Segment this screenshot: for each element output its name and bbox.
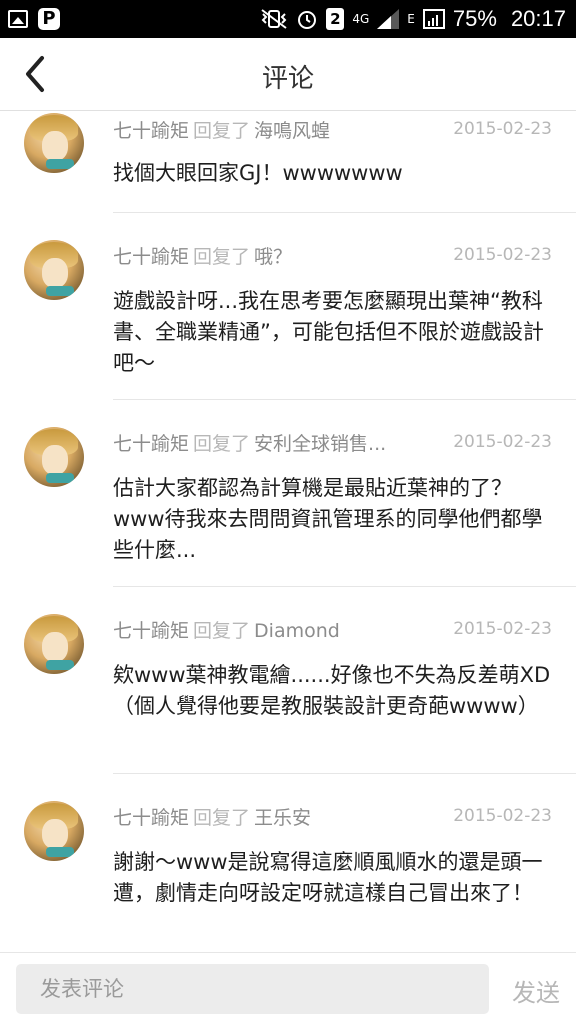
comment-date: 2015-02-23 [453,245,552,265]
comment-author[interactable]: 七十踰矩 [113,120,189,142]
comment-input-bar: 发表评论 发送 [0,952,576,1025]
network-type-secondary: E [407,12,415,26]
comment-text: 謝謝～www是說寫得這麼順風順水的還是頭一遭，劇情走向呀設定呀就這樣自己冒出來了… [113,850,543,905]
reply-target[interactable]: 哦？ [254,246,292,268]
battery-level: 75% [452,6,497,31]
comment-text: 估計大家都認為計算機是最貼近葉神的了？www待我來去問問資訊管理系的同學他們都學… [113,476,543,562]
network-type: 4G [352,12,370,26]
divider [113,586,576,587]
comment-input[interactable]: 发表评论 [16,964,489,1014]
p-app-icon: P [38,8,60,30]
comment-date: 2015-02-23 [453,619,552,639]
vibrate-mute-icon [261,9,287,29]
header: 评论 [0,38,576,111]
comment-list[interactable]: 七十踰矩 回复了 海鳴风蝗 2015-02-23 找個大眼回家GJ！wwwwwww … [0,110,576,952]
avatar[interactable] [24,113,84,173]
page-title: 评论 [261,64,314,94]
comment-date: 2015-02-23 [453,432,552,452]
divider [113,212,576,213]
signal-icon [377,9,400,29]
clock: 20:17 [510,6,566,31]
send-button[interactable]: 发送 [512,973,560,1008]
avatar[interactable] [24,427,84,487]
comment-author[interactable]: 七十踰矩 [113,807,189,829]
comment-date: 2015-02-23 [453,806,552,826]
signal-icon-2 [422,9,445,29]
reply-label: 回复了 [193,120,251,142]
avatar[interactable] [24,614,84,674]
avatar[interactable] [24,801,84,861]
reply-label: 回复了 [193,620,251,642]
status-bar: P 2 4G E 75% 20:17 [0,0,576,38]
comment-text: 欸www葉神教電繪......好像也不失為反差萌XD（個人覺得他要是教服裝設計更… [113,663,551,718]
reply-label: 回复了 [193,246,251,268]
reply-label: 回复了 [193,807,251,829]
reply-target[interactable]: 海鳴风蝗 [254,120,330,142]
reply-label: 回复了 [193,433,251,455]
reply-target[interactable]: Diamond [254,620,340,642]
avatar[interactable] [24,240,84,300]
comment-date: 2015-02-23 [453,119,552,139]
reply-target[interactable]: 安利全球销售... [254,433,386,455]
gallery-icon [8,10,28,28]
comment-author[interactable]: 七十踰矩 [113,433,189,455]
alarm-icon [298,11,317,29]
divider [113,399,576,400]
comment-text: 找個大眼回家GJ！wwwwwww [113,161,403,185]
sim-badge-icon: 2 [326,8,345,30]
comment-author[interactable]: 七十踰矩 [113,620,189,642]
comment-author[interactable]: 七十踰矩 [113,246,189,268]
divider [113,773,576,774]
comment-text: 遊戲設計呀...我在思考要怎麼顯現出葉神“教科書、全職業精通”，可能包括但不限於… [113,289,544,375]
reply-target[interactable]: 王乐安 [254,807,311,829]
